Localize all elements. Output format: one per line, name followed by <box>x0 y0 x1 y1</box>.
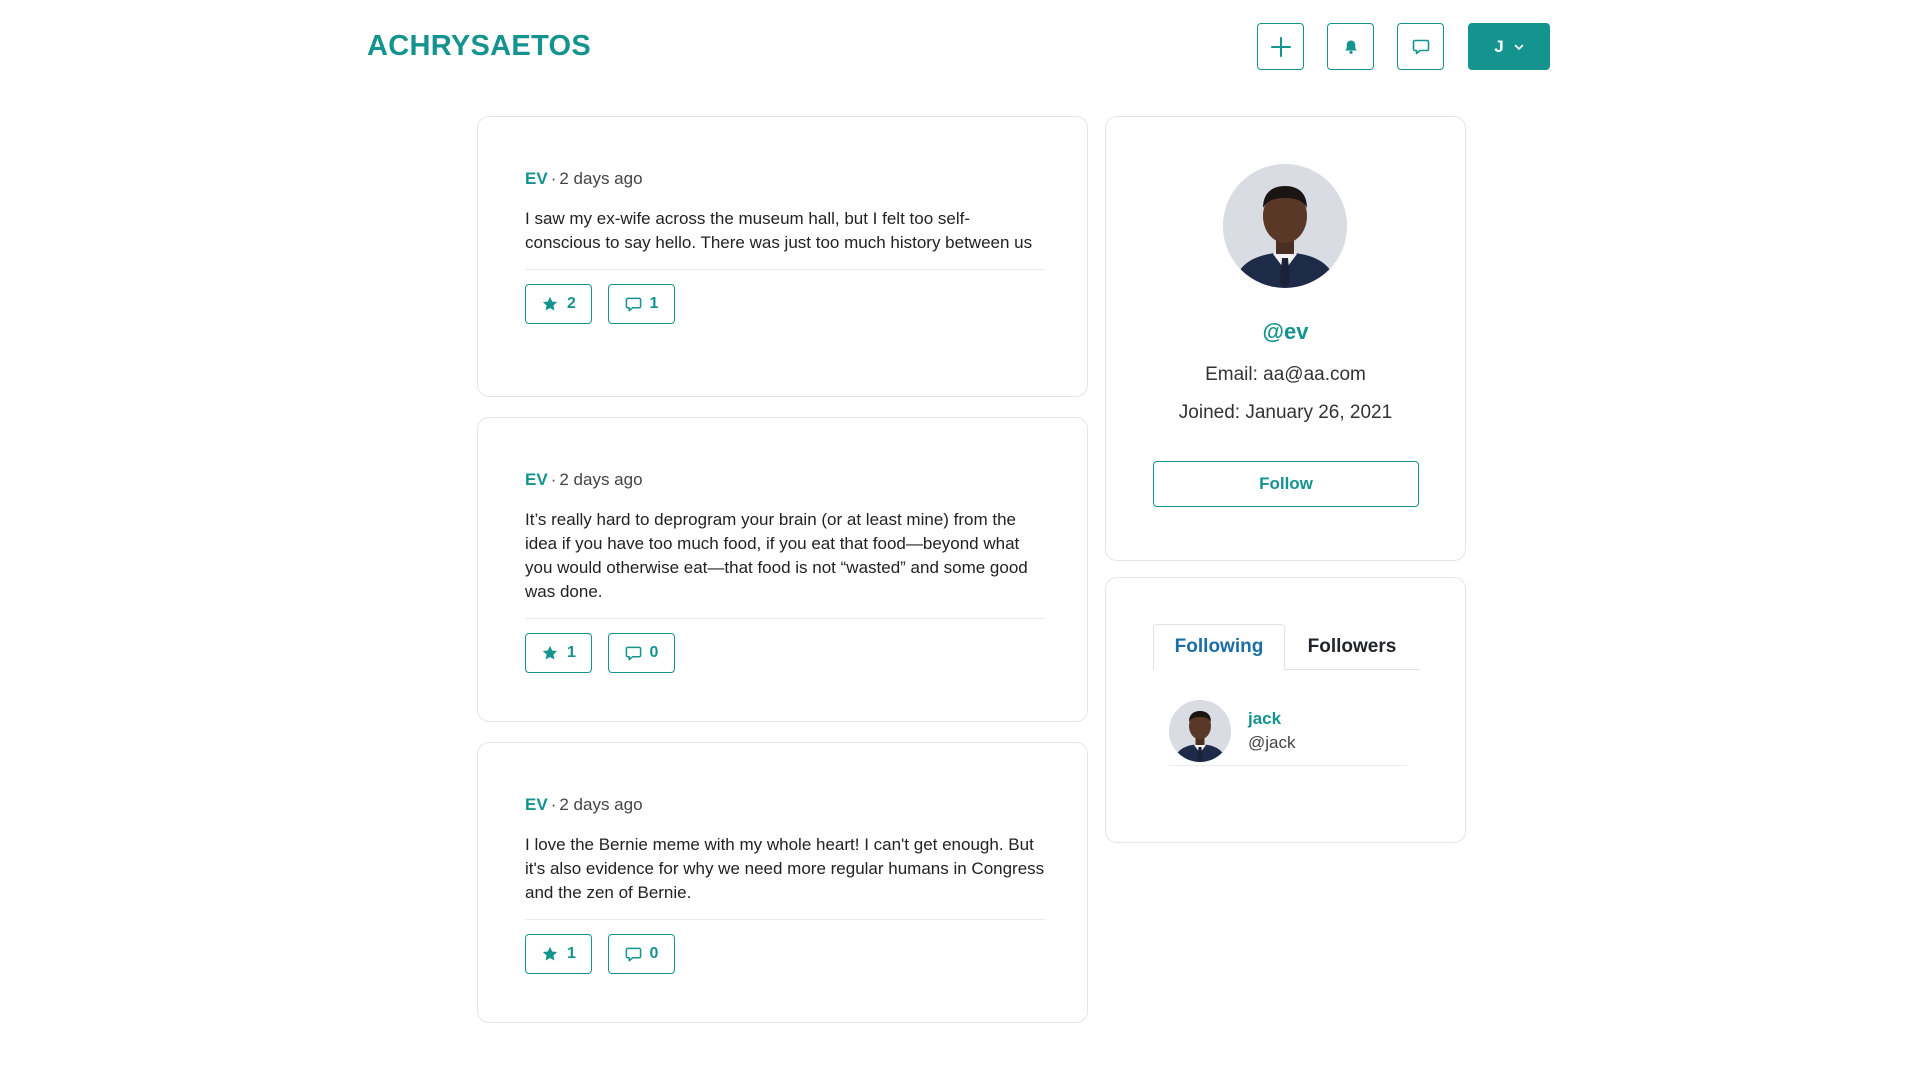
user-name[interactable]: jack <box>1248 709 1281 729</box>
star-icon <box>542 645 558 660</box>
star-button[interactable]: 1 <box>525 934 592 974</box>
comment-count: 0 <box>649 644 659 661</box>
post-meta: EV · 2 days ago <box>525 795 643 814</box>
post-body: It’s really hard to deprogram your brain… <box>525 508 1045 619</box>
user-initial: J <box>1494 36 1504 56</box>
user-avatar <box>1169 700 1231 762</box>
post-time: 2 days ago <box>559 470 643 489</box>
comment-count: 0 <box>649 945 659 962</box>
follow-button[interactable]: Follow <box>1153 461 1419 507</box>
post-card: EV · 2 days ago I saw my ex-wife across th… <box>477 116 1088 397</box>
star-button[interactable]: 1 <box>525 633 592 673</box>
post-time: 2 days ago <box>559 795 643 814</box>
notifications-button[interactable] <box>1327 23 1374 70</box>
star-count: 1 <box>567 644 576 661</box>
chevron-down-icon <box>1514 44 1524 50</box>
post-actions: 2 1 <box>525 284 1040 324</box>
brand-logo[interactable]: ACHRYSAETOS <box>367 30 591 63</box>
user-handle: @jack <box>1248 733 1296 752</box>
follows-tabs: Following Followers <box>1153 624 1419 670</box>
tab-followers[interactable]: Followers <box>1285 624 1419 670</box>
follows-card: Following Followers jack @jack <box>1105 577 1466 843</box>
top-navbar: ACHRYSAETOS J <box>0 0 1920 95</box>
profile-handle: @ev <box>1262 319 1309 344</box>
post-meta: EV · 2 days ago <box>525 470 643 489</box>
person-avatar-icon <box>1169 700 1231 762</box>
comment-count: 1 <box>649 295 659 312</box>
post-actions: 1 0 <box>525 633 1040 673</box>
user-menu-button[interactable]: J <box>1468 23 1550 70</box>
star-icon <box>542 296 558 311</box>
post-body: I love the Bernie meme with my whole hea… <box>525 833 1045 920</box>
post-author[interactable]: EV <box>525 169 548 188</box>
profile-email: Email: aa@aa.com <box>1205 364 1366 385</box>
profile-card: @ev Email: aa@aa.com Joined: January 26,… <box>1105 116 1466 561</box>
post-card: EV · 2 days ago It’s really hard to deprog… <box>477 417 1088 722</box>
star-button[interactable]: 2 <box>525 284 592 324</box>
new-post-button[interactable] <box>1257 23 1304 70</box>
star-icon <box>542 946 558 961</box>
profile-avatar <box>1223 164 1347 288</box>
comment-icon <box>625 297 641 311</box>
comment-icon <box>625 947 641 961</box>
following-list-item[interactable]: jack @jack <box>1169 700 1407 766</box>
post-body: I saw my ex-wife across the museum hall,… <box>525 207 1045 270</box>
comment-button[interactable]: 0 <box>608 934 675 974</box>
profile-joined-date: Joined: January 26, 2021 <box>1178 402 1393 423</box>
post-author[interactable]: EV <box>525 470 548 489</box>
bell-icon <box>1344 40 1357 54</box>
star-count: 2 <box>567 295 576 312</box>
comment-icon <box>625 646 641 660</box>
post-actions: 1 0 <box>525 934 1040 974</box>
messages-button[interactable] <box>1397 23 1444 70</box>
post-author[interactable]: EV <box>525 795 548 814</box>
chat-icon <box>1412 39 1429 54</box>
person-avatar-icon <box>1223 164 1347 288</box>
post-time: 2 days ago <box>559 169 643 188</box>
tab-following[interactable]: Following <box>1153 624 1285 670</box>
post-meta: EV · 2 days ago <box>525 169 643 188</box>
comment-button[interactable]: 1 <box>608 284 675 324</box>
comment-button[interactable]: 0 <box>608 633 675 673</box>
post-card: EV · 2 days ago I love the Bernie meme wit… <box>477 742 1088 1023</box>
plus-icon <box>1270 36 1291 57</box>
star-count: 1 <box>567 945 576 962</box>
